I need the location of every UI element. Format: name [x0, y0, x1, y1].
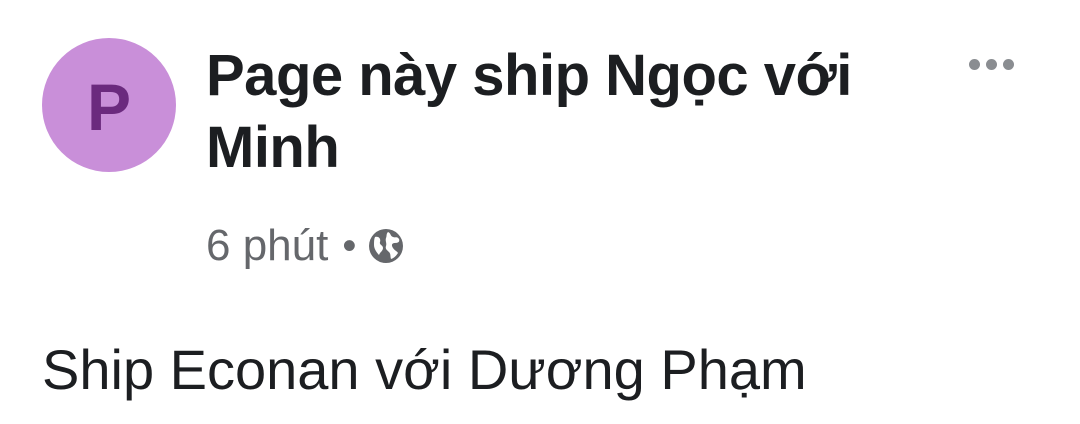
more-options-button[interactable]: [958, 46, 1024, 82]
meta-separator: •: [342, 224, 357, 268]
post-timestamp[interactable]: 6 phút: [206, 221, 328, 271]
more-dots-icon: [968, 58, 980, 70]
page-name-link[interactable]: Page này ship Ngọc với Minh: [206, 40, 926, 184]
globe-icon[interactable]: [366, 226, 406, 266]
post-body-text: Ship Econan với Dương Phạm: [42, 338, 807, 401]
more-dots-icon: [985, 58, 997, 70]
more-dots-icon: [1002, 58, 1014, 70]
facebook-post: P Page này ship Ngọc với Minh 6 phút • S…: [0, 0, 1080, 424]
page-avatar[interactable]: P: [42, 38, 176, 172]
post-meta: 6 phút •: [206, 218, 406, 274]
avatar-letter: P: [86, 70, 132, 144]
